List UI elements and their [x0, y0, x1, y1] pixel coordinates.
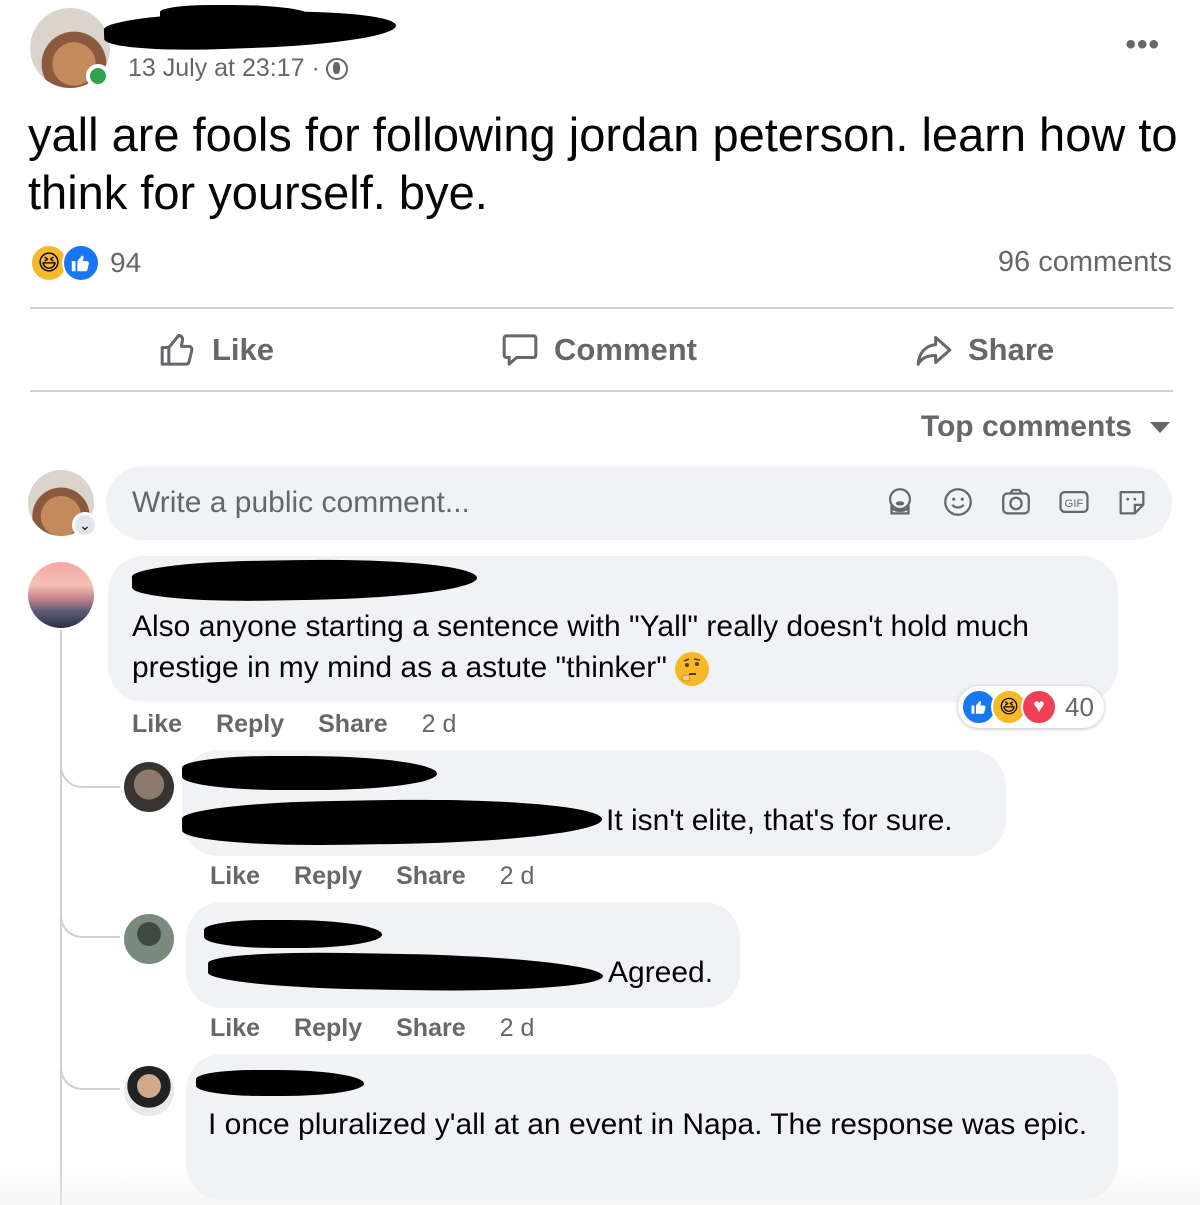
reaction-count: 94 [110, 247, 142, 278]
avatar-sticker-icon[interactable] [882, 484, 918, 520]
reply-connector [60, 1060, 120, 1090]
comment-timestamp[interactable]: 2 d [422, 710, 457, 739]
post-reactions-summary[interactable]: 😆 94 [30, 244, 141, 282]
share-button-label: Share [968, 332, 1055, 367]
more-options-icon[interactable]: ••• [1125, 28, 1160, 62]
comment-text: Agreed. [608, 956, 714, 989]
speech-bubble-icon [502, 334, 538, 366]
comment-share-link[interactable]: Share [396, 862, 465, 891]
camera-icon[interactable] [998, 484, 1034, 520]
scroll-fade [0, 1160, 1200, 1205]
comment-timestamp[interactable]: 2 d [500, 1014, 535, 1043]
comment-reply-link[interactable]: Reply [294, 1014, 362, 1043]
comment-reply-link[interactable]: Reply [294, 862, 362, 891]
comment-reply-link[interactable]: Reply [216, 710, 284, 739]
comment-like-link[interactable]: Like [210, 862, 260, 891]
divider [30, 307, 1173, 309]
chevron-down-icon [1150, 421, 1170, 433]
thumbs-up-icon [160, 334, 194, 366]
gif-icon[interactable]: GIF [1056, 484, 1092, 520]
commenter-avatar[interactable] [28, 562, 94, 628]
comment-reaction-count: 40 [1065, 691, 1094, 722]
like-button-label: Like [212, 332, 275, 367]
like-reaction-icon [62, 244, 100, 282]
comment-like-link[interactable]: Like [210, 1014, 260, 1043]
like-button[interactable]: Like [158, 330, 274, 370]
comment-actions: Like Reply Share 2 d [132, 710, 456, 739]
comment-text: It isn't elite, that's for sure. [606, 804, 953, 837]
share-arrow-icon [916, 336, 952, 366]
commenter-avatar[interactable] [124, 914, 174, 964]
comment-text-content: Also anyone starting a sentence with "Ya… [132, 610, 1029, 684]
post-text: yall are fools for following jordan pete… [28, 108, 1178, 219]
comment-timestamp[interactable]: 2 d [500, 862, 535, 891]
share-button[interactable]: Share [914, 330, 1054, 370]
smiley-icon[interactable] [940, 484, 976, 520]
commenter-avatar[interactable] [124, 1066, 174, 1116]
composer-icons: GIF [882, 484, 1150, 520]
comment-actions: Like Reply Share 2 d [210, 862, 534, 891]
comments-count[interactable]: 96 comments [998, 246, 1172, 279]
redacted-poster-name-part [160, 5, 310, 25]
svg-text:GIF: GIF [1065, 498, 1084, 510]
comment-share-link[interactable]: Share [318, 710, 387, 739]
comment-button[interactable]: Comment [500, 330, 697, 370]
divider [30, 390, 1173, 392]
comment-text: Also anyone starting a sentence with "Ya… [132, 606, 1102, 688]
reply-connector [60, 908, 120, 938]
post-meta: 13 July at 23:17 · [128, 54, 348, 83]
redacted-commenter-name [196, 1070, 364, 1096]
online-status-dot [86, 64, 110, 88]
globe-icon [325, 57, 348, 80]
reply-connector [60, 758, 120, 788]
comment-like-link[interactable]: Like [132, 710, 182, 739]
chevron-down-icon[interactable]: ⌄ [72, 512, 98, 538]
comment-sort-label: Top comments [920, 410, 1132, 443]
comment-share-link[interactable]: Share [396, 1014, 465, 1043]
comment-reactions-badge[interactable]: 😆 ♥ 40 [958, 686, 1104, 728]
comment-text: I once pluralized y'all at an event in N… [208, 1108, 1088, 1141]
comment-button-label: Comment [554, 332, 697, 367]
commenter-avatar[interactable] [124, 762, 174, 812]
love-reaction-icon: ♥ [1021, 689, 1057, 725]
redacted-commenter-name [204, 920, 382, 948]
comment-sort-dropdown[interactable]: Top comments [921, 410, 1170, 444]
comment-actions: Like Reply Share 2 d [210, 1014, 534, 1043]
redacted-commenter-name [182, 756, 437, 790]
post-timestamp[interactable]: 13 July at 23:17 · [128, 54, 320, 83]
thinking-emoji-icon [675, 652, 710, 687]
sticker-icon[interactable] [1114, 484, 1150, 520]
